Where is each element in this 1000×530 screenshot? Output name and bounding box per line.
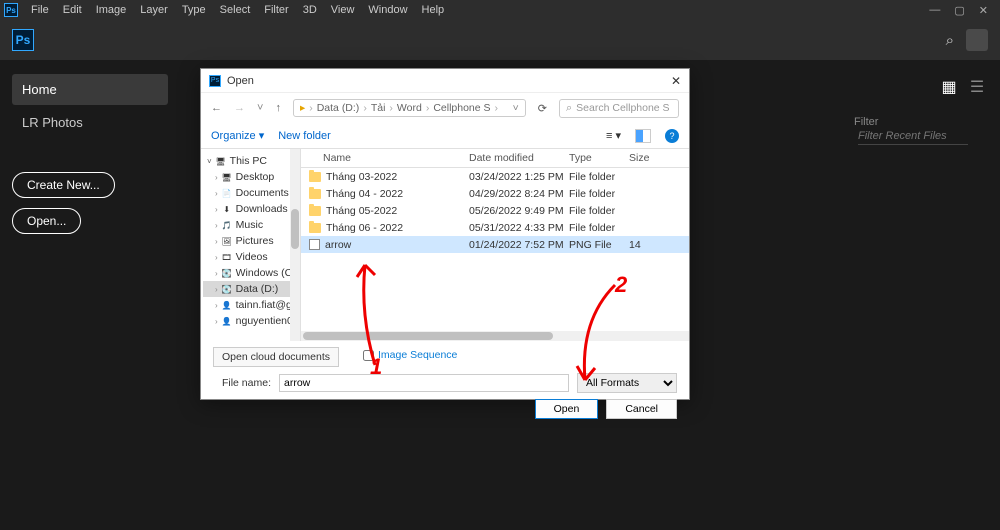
left-sidebar: Home LR Photos Create New... Open... [0,60,180,530]
dialog-app-icon: Ps [209,75,221,87]
dialog-search[interactable]: ⌕ Search Cellphone S [559,99,679,118]
music-icon: 🎵 [222,220,232,230]
dialog-titlebar: Ps Open ✕ [201,69,689,93]
menu-type[interactable]: Type [175,4,213,16]
dialog-nav: ← → ˅ ↑ ▸ ›Data (D:) ›Tải ›Word ›Cellpho… [201,93,689,123]
dialog-close-icon[interactable]: ✕ [671,74,681,88]
view-mode-icon[interactable]: ≡ ▾ [606,129,621,142]
help-icon[interactable]: ? [665,129,679,143]
menu-file[interactable]: File [24,4,56,16]
menu-3d[interactable]: 3D [296,4,324,16]
image-sequence-checkbox[interactable]: Image Sequence [363,349,677,361]
user-icon: 👤 [222,316,232,326]
window-controls: — ▢ ✕ [929,4,996,17]
folder-icon [309,223,321,233]
menu-edit[interactable]: Edit [56,4,89,16]
nav-lr-photos[interactable]: LR Photos [12,107,168,138]
new-folder-button[interactable]: New folder [278,130,331,142]
nav-up-icon[interactable]: ↑ [275,102,281,114]
grid-view-icon[interactable]: ▦ [940,78,958,96]
preview-pane-icon[interactable] [635,129,651,143]
filename-input[interactable] [279,374,569,392]
file-list: Name Date modified Type Size Tháng 03-20… [301,149,689,341]
dialog-footer: Open cloud documents Image Sequence File… [201,341,689,425]
desktop-icon: 🖥 [222,172,232,182]
downloads-icon: ⬇ [222,204,232,214]
filter-label: Filter [854,116,878,128]
annotation-number-2: 2 [615,272,627,298]
profile-button[interactable] [966,29,988,51]
file-row[interactable]: Tháng 05-202205/26/2022 9:49 PMFile fold… [301,202,689,219]
dialog-cancel-button[interactable]: Cancel [606,399,677,419]
tree-scrollbar[interactable] [290,149,300,341]
file-row[interactable]: Tháng 03-202203/24/2022 1:25 PMFile fold… [301,168,689,185]
ps-logo-mini: Ps [4,3,18,17]
folder-icon [309,172,321,182]
open-dialog: Ps Open ✕ ← → ˅ ↑ ▸ ›Data (D:) ›Tải ›Wor… [200,68,690,400]
annotation-number-1: 1 [370,354,382,380]
right-sidebar: ▦ ☰ Filter [840,60,1000,530]
menu-view[interactable]: View [324,4,362,16]
maximize-icon[interactable]: ▢ [954,4,964,17]
documents-icon: 📄 [222,188,232,198]
file-row[interactable]: Tháng 04 - 202204/29/2022 8:24 PMFile fo… [301,185,689,202]
folder-icon [309,189,321,199]
list-view-icon[interactable]: ☰ [968,78,986,96]
folder-icon [309,206,321,216]
menu-filter[interactable]: Filter [257,4,295,16]
folder-tree[interactable]: ˅🖥This PC ›🖥Desktop ›📄Documents ›⬇Downlo… [201,149,301,341]
open-button[interactable]: Open... [12,208,81,234]
ps-logo: Ps [12,29,34,51]
menu-layer[interactable]: Layer [133,4,175,16]
breadcrumb[interactable]: ▸ ›Data (D:) ›Tải ›Word ›Cellphone S › ˅ [293,99,526,117]
file-list-hscrollbar[interactable] [301,331,689,341]
videos-icon: 🎞 [222,252,232,262]
format-select[interactable]: All Formats [577,373,677,393]
pc-icon: 🖥 [216,156,226,166]
dialog-title: Open [227,75,254,87]
minimize-icon[interactable]: — [929,4,940,17]
menu-image[interactable]: Image [89,4,134,16]
create-new-button[interactable]: Create New... [12,172,115,198]
nav-recent-icon[interactable]: ˅ [257,102,263,114]
refresh-icon[interactable]: ⟳ [538,102,547,115]
drive-icon: 💽 [222,284,232,294]
dialog-toolbar: Organize ▾ New folder ≡ ▾ ? [201,123,689,149]
png-file-icon [309,239,320,250]
drive-icon: 💽 [222,268,232,278]
menu-bar: Ps File Edit Image Layer Type Select Fil… [0,0,1000,20]
close-icon[interactable]: ✕ [979,4,988,17]
user-icon: 👤 [222,300,232,310]
filter-input[interactable] [858,128,968,145]
search-icon: ⌕ [566,102,572,115]
nav-back-icon[interactable]: ← [211,102,222,114]
pictures-icon: 🖼 [222,236,232,246]
app-toolbar: Ps ⌕ [0,20,1000,60]
file-row-selected[interactable]: arrow01/24/2022 7:52 PMPNG File14 [301,236,689,253]
open-cloud-button[interactable]: Open cloud documents [213,347,339,367]
menu-window[interactable]: Window [361,4,414,16]
nav-home[interactable]: Home [12,74,168,105]
organize-dropdown[interactable]: Organize ▾ [211,129,264,142]
file-list-header[interactable]: Name Date modified Type Size [301,149,689,168]
menu-help[interactable]: Help [415,4,452,16]
nav-forward-icon[interactable]: → [234,102,245,114]
file-row[interactable]: Tháng 06 - 202205/31/2022 4:33 PMFile fo… [301,219,689,236]
search-icon[interactable]: ⌕ [946,32,954,49]
filename-label: File name: [213,377,271,389]
dialog-open-button[interactable]: Open [535,399,599,419]
menu-select[interactable]: Select [213,4,258,16]
